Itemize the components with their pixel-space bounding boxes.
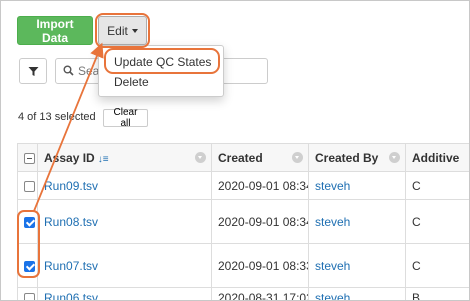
column-menu-icon[interactable]: [195, 152, 206, 163]
created-by-cell: steveh: [308, 287, 406, 301]
edit-menu-button[interactable]: Edit: [98, 16, 147, 45]
assay-id-link[interactable]: Run07.tsv: [44, 259, 98, 273]
column-header-additive[interactable]: Additive: [405, 143, 469, 172]
row-checkbox[interactable]: [24, 216, 35, 228]
delete-menu-item[interactable]: Delete: [99, 72, 223, 92]
edit-dropdown-menu: Update QC States Delete: [98, 45, 224, 97]
table-row[interactable]: Run06.tsv 2020-08-31 17:02 steveh B: [17, 287, 469, 301]
created-cell: 2020-09-01 08:34: [211, 171, 309, 200]
caret-down-icon: [131, 28, 138, 33]
column-label: Assay ID: [44, 150, 95, 165]
import-data-button[interactable]: Import Data: [17, 16, 93, 45]
grid-header-row: Assay ID ↓≡ Created Created By Additive: [17, 143, 469, 172]
row-select-cell[interactable]: [17, 243, 38, 288]
assay-id-cell: Run07.tsv: [37, 243, 212, 288]
additive-cell: B: [405, 287, 469, 300]
assay-id-link[interactable]: Run06.tsv: [44, 291, 98, 301]
assay-id-link[interactable]: Run09.tsv: [44, 179, 98, 193]
filter-button[interactable]: [19, 58, 47, 84]
filter-icon: [28, 66, 38, 76]
user-link[interactable]: steveh: [315, 259, 350, 273]
created-cell: 2020-08-31 17:02: [211, 287, 309, 300]
sort-descending-icon: ↓≡: [97, 153, 109, 165]
update-qc-states-menu-item[interactable]: Update QC States: [99, 52, 223, 72]
selection-status: 4 of 13 selected: [18, 111, 96, 123]
additive-cell: C: [405, 199, 469, 244]
created-cell: 2020-09-01 08:34: [211, 199, 309, 244]
assay-id-cell: Run08.tsv: [37, 199, 212, 244]
column-header-created[interactable]: Created: [211, 143, 309, 172]
column-header-assay-id[interactable]: Assay ID ↓≡: [37, 143, 212, 172]
additive-cell: C: [405, 243, 469, 288]
select-all-header[interactable]: [17, 143, 38, 172]
assay-grid: Assay ID ↓≡ Created Created By Additive R…: [17, 143, 469, 301]
row-checkbox[interactable]: [24, 292, 35, 300]
created-by-cell: steveh: [308, 199, 406, 244]
table-row[interactable]: Run07.tsv 2020-09-01 08:33 steveh C: [17, 243, 469, 288]
additive-cell: C: [405, 171, 469, 200]
created-cell: 2020-09-01 08:33: [211, 243, 309, 288]
created-by-cell: steveh: [308, 243, 406, 288]
row-select-cell[interactable]: [17, 171, 38, 200]
select-all-checkbox[interactable]: [24, 152, 35, 164]
assay-id-link[interactable]: Run08.tsv: [44, 215, 98, 229]
clear-all-button[interactable]: Clear all: [103, 107, 148, 129]
row-checkbox[interactable]: [24, 180, 35, 192]
table-row[interactable]: Run09.tsv 2020-09-01 08:34 steveh C: [17, 171, 469, 200]
row-select-cell[interactable]: [17, 199, 38, 244]
user-link[interactable]: steveh: [315, 291, 350, 301]
assay-id-cell: Run06.tsv: [37, 287, 212, 301]
row-checkbox[interactable]: [24, 260, 35, 272]
app-frame: Import Data Edit Update QC States Delete…: [0, 0, 470, 301]
edit-label: Edit: [107, 23, 128, 38]
created-by-cell: steveh: [308, 171, 406, 200]
column-menu-icon[interactable]: [292, 152, 303, 163]
column-label: Created: [218, 150, 263, 165]
column-label: Created By: [315, 150, 379, 165]
column-header-created-by[interactable]: Created By: [308, 143, 406, 172]
column-label: Additive: [412, 150, 460, 165]
user-link[interactable]: steveh: [315, 215, 350, 229]
table-row[interactable]: Run08.tsv 2020-09-01 08:34 steveh C: [17, 199, 469, 244]
column-menu-icon[interactable]: [389, 152, 400, 163]
search-icon: [63, 65, 74, 76]
row-select-cell[interactable]: [17, 287, 38, 300]
user-link[interactable]: steveh: [315, 179, 350, 193]
assay-id-cell: Run09.tsv: [37, 171, 212, 200]
